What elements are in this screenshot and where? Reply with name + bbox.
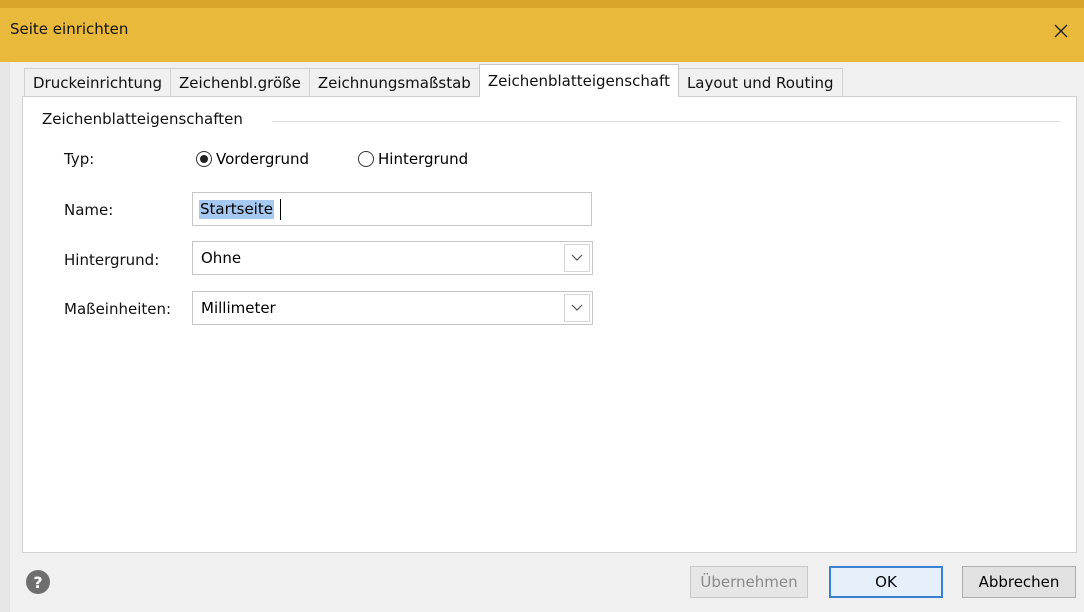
close-button[interactable] bbox=[1044, 14, 1078, 48]
background-label: Hintergrund: bbox=[64, 251, 160, 269]
tab-zeichenblattgroesse[interactable]: Zeichenbl.größe bbox=[170, 68, 310, 97]
cancel-button[interactable]: Abbrechen bbox=[962, 566, 1076, 598]
title-bar bbox=[0, 0, 1084, 62]
title-bar-top-strip bbox=[0, 0, 1084, 8]
background-select-dropdown-button[interactable] bbox=[564, 244, 590, 272]
radio-vordergrund[interactable]: Vordergrund bbox=[196, 150, 309, 168]
tab-druckeinrichtung[interactable]: Druckeinrichtung bbox=[24, 68, 172, 97]
tab-strip: Druckeinrichtung Zeichenbl.größe Zeichnu… bbox=[24, 64, 843, 97]
radio-unchecked-indicator bbox=[358, 151, 374, 167]
type-label: Typ: bbox=[64, 150, 95, 168]
radio-hintergrund-label: Hintergrund bbox=[378, 150, 469, 168]
ok-button[interactable]: OK bbox=[829, 566, 943, 598]
units-select-dropdown-button[interactable] bbox=[564, 294, 590, 322]
name-input[interactable]: Startseite bbox=[192, 192, 592, 226]
name-input-value: Startseite bbox=[199, 200, 274, 219]
help-icon[interactable]: ? bbox=[26, 570, 50, 594]
chevron-down-icon bbox=[571, 254, 583, 261]
close-icon bbox=[1054, 24, 1068, 38]
units-select-value: Millimeter bbox=[201, 299, 276, 317]
tab-zeichnungsmassstab[interactable]: Zeichnungsmaßstab bbox=[308, 68, 480, 97]
background-select[interactable]: Ohne bbox=[192, 241, 593, 275]
name-label: Name: bbox=[64, 201, 114, 219]
window-title: Seite einrichten bbox=[10, 20, 129, 38]
radio-vordergrund-label: Vordergrund bbox=[216, 150, 310, 168]
radio-checked-indicator bbox=[196, 151, 212, 167]
radio-hintergrund[interactable]: Hintergrund bbox=[358, 150, 468, 168]
group-label: Zeichenblatteigenschaften bbox=[42, 110, 249, 128]
units-label: Maßeinheiten: bbox=[64, 300, 172, 318]
background-select-value: Ohne bbox=[201, 249, 242, 267]
units-select[interactable]: Millimeter bbox=[192, 291, 593, 325]
group-divider bbox=[272, 121, 1060, 122]
tab-layout-und-routing[interactable]: Layout und Routing bbox=[677, 68, 843, 97]
text-caret bbox=[280, 199, 281, 220]
apply-button[interactable]: Übernehmen bbox=[690, 566, 808, 598]
dialog-left-edge bbox=[0, 62, 10, 612]
tab-zeichenblatteigenschaft[interactable]: Zeichenblatteigenschaft bbox=[478, 64, 679, 97]
chevron-down-icon bbox=[571, 304, 583, 311]
